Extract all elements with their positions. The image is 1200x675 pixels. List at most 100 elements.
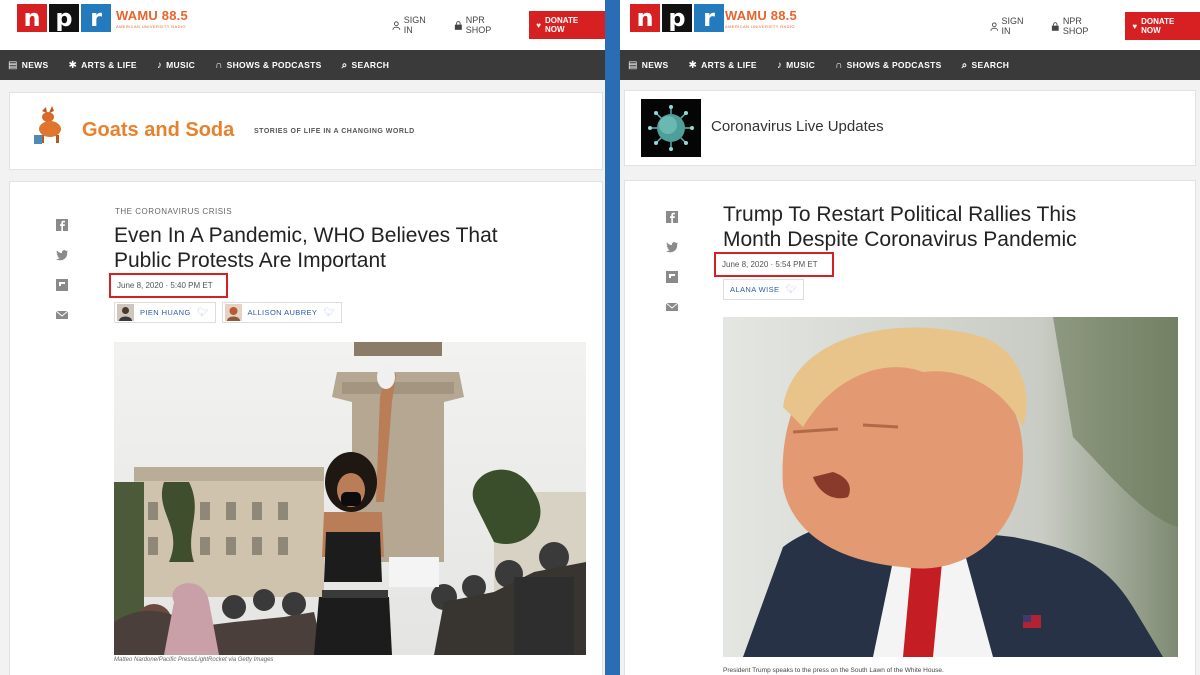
npr-logo[interactable]: n p r: [630, 4, 724, 32]
top-links: SIGN IN NPR SHOP ♥ DONATE NOW: [392, 11, 605, 39]
nav-search[interactable]: ⌕ SEARCH: [342, 60, 390, 71]
section-subtitle: STORIES OF LIFE IN A CHANGING WORLD: [254, 128, 415, 135]
shop-bag-icon: [454, 20, 462, 30]
section-title[interactable]: Goats and Soda: [82, 119, 234, 142]
nav-arts-label: ARTS & LIFE: [701, 60, 757, 70]
nav-music[interactable]: ♪ MUSIC: [157, 60, 195, 71]
facebook-icon[interactable]: [666, 211, 678, 223]
main-nav: ▤ NEWS ✱ ARTS & LIFE ♪ MUSIC ∩ SHOWS & PODCA…: [0, 50, 605, 80]
nav-news[interactable]: ▤ NEWS: [8, 60, 48, 71]
photo-caption: President Trump speaks to the press on t…: [723, 667, 944, 674]
article-headline: Even In A Pandemic, WHO Believes That Pu…: [114, 223, 584, 273]
byline-author[interactable]: ALLISON AUBREY 🐦︎: [221, 302, 343, 323]
donate-label: DONATE NOW: [545, 16, 579, 34]
nav-arts-life[interactable]: ✱ ARTS & LIFE: [688, 60, 756, 71]
share-tools: [666, 211, 678, 313]
station-name: WAMU 88.5: [116, 8, 188, 23]
nav-news-label: NEWS: [21, 60, 49, 70]
trump-photo[interactable]: [723, 317, 1178, 657]
twitter-icon[interactable]: [666, 241, 678, 253]
music-note-icon: ♪: [776, 59, 783, 71]
station-logo[interactable]: WAMU 88.5 AMERICAN UNIVERSITY RADIO: [725, 8, 797, 29]
station-logo[interactable]: WAMU 88.5 AMERICAN UNIVERSITY RADIO: [116, 8, 188, 29]
headphones-icon: ∩: [215, 59, 223, 71]
newspaper-icon: ▤: [8, 59, 18, 71]
flipboard-icon[interactable]: [666, 271, 678, 283]
sign-in-link[interactable]: SIGN IN: [392, 15, 436, 35]
left-screenshot: n p r WAMU 88.5 AMERICAN UNIVERSITY RADI…: [0, 0, 605, 675]
twitter-icon[interactable]: 🐦︎: [197, 307, 209, 318]
protest-photo[interactable]: [114, 342, 586, 655]
share-tools: [56, 219, 68, 321]
headline-line-2: Public Protests Are Important: [114, 249, 386, 272]
article-headline: Trump To Restart Political Rallies This …: [723, 202, 1183, 252]
npr-shop-link[interactable]: NPR SHOP: [454, 15, 511, 35]
nav-search[interactable]: ⌕ SEARCH: [962, 60, 1010, 71]
npr-logo-p: p: [662, 4, 692, 32]
nav-shows-label: SHOWS & PODCASTS: [846, 60, 942, 70]
author-name: ALANA WISE: [730, 285, 780, 294]
email-icon[interactable]: [666, 301, 678, 313]
nav-news[interactable]: ▤ NEWS: [628, 60, 668, 71]
flipboard-icon[interactable]: [56, 279, 68, 291]
nav-search-label: SEARCH: [351, 60, 390, 70]
main-nav: ▤ NEWS ✱ ARTS & LIFE ♪ MUSIC ∩ SHOWS & PODCA…: [620, 50, 1200, 80]
byline-list: ALANA WISE 🐦︎: [723, 279, 805, 300]
twitter-icon[interactable]: [56, 249, 68, 261]
coronavirus-image[interactable]: [641, 99, 701, 157]
author-avatar: [224, 304, 242, 321]
donate-button[interactable]: ♥ DONATE NOW: [529, 11, 605, 39]
article-dateline-highlighted: June 8, 2020 · 5:40 PM ET: [109, 273, 228, 298]
section-title[interactable]: Coronavirus Live Updates: [711, 118, 884, 135]
dancer-icon: ✱: [688, 59, 698, 71]
headline-line-1: Even In A Pandemic, WHO Believes That: [114, 224, 498, 247]
byline-author[interactable]: ALANA WISE 🐦︎: [723, 279, 805, 300]
byline-author[interactable]: PIEN HUANG 🐦︎: [114, 302, 216, 323]
station-sub: AMERICAN UNIVERSITY RADIO: [116, 24, 186, 29]
article-slug[interactable]: THE CORONAVIRUS CRISIS: [115, 207, 232, 216]
sign-in-label: SIGN IN: [403, 15, 426, 35]
headline-line-2: Month Despite Coronavirus Pandemic: [723, 228, 1077, 251]
sign-in-label: SIGN IN: [1001, 16, 1024, 36]
npr-logo-p: p: [49, 4, 79, 32]
article-card: Trump To Restart Political Rallies This …: [624, 180, 1196, 675]
right-screenshot: n p r WAMU 88.5 AMERICAN UNIVERSITY RADI…: [620, 0, 1200, 675]
nav-shows-podcasts[interactable]: ∩ SHOWS & PODCASTS: [215, 60, 322, 71]
author-name: ALLISON AUBREY: [247, 308, 318, 317]
top-bar: n p r WAMU 88.5 AMERICAN UNIVERSITY RADI…: [0, 0, 605, 50]
heart-icon: ♥: [536, 20, 542, 30]
facebook-icon[interactable]: [56, 219, 68, 231]
user-icon: [990, 21, 999, 31]
twitter-icon[interactable]: 🐦︎: [785, 284, 797, 295]
nav-shows-label: SHOWS & PODCASTS: [226, 60, 322, 70]
sign-in-link[interactable]: SIGN IN: [990, 16, 1033, 36]
station-sub: AMERICAN UNIVERSITY RADIO: [725, 24, 795, 29]
donate-button[interactable]: ♥ DONATE NOW: [1125, 12, 1200, 40]
goat-logo-icon[interactable]: [32, 105, 68, 145]
npr-shop-link[interactable]: NPR SHOP: [1051, 16, 1107, 36]
station-name: WAMU 88.5: [725, 8, 797, 23]
nav-shows-podcasts[interactable]: ∩ SHOWS & PODCASTS: [835, 60, 942, 71]
nav-arts-label: ARTS & LIFE: [81, 60, 137, 70]
npr-shop-label: NPR SHOP: [1062, 16, 1089, 36]
headphones-icon: ∩: [835, 59, 843, 71]
photo-credit: Matteo Nardone/Pacific Press/LightRocket…: [114, 657, 274, 663]
npr-logo-n: n: [630, 4, 660, 32]
headline-line-1: Trump To Restart Political Rallies This: [723, 203, 1077, 226]
npr-shop-label: NPR SHOP: [465, 15, 492, 35]
twitter-icon[interactable]: 🐦︎: [323, 307, 335, 318]
nav-music[interactable]: ♪ MUSIC: [777, 60, 815, 71]
nav-news-label: NEWS: [641, 60, 669, 70]
nav-search-label: SEARCH: [971, 60, 1010, 70]
section-brand-card: Coronavirus Live Updates: [624, 90, 1196, 166]
npr-logo-r: r: [81, 4, 111, 32]
npr-logo-n: n: [17, 4, 47, 32]
email-icon[interactable]: [56, 309, 68, 321]
user-icon: [392, 20, 401, 30]
top-links: SIGN IN NPR SHOP ♥ DONATE NOW: [990, 12, 1200, 40]
nav-arts-life[interactable]: ✱ ARTS & LIFE: [68, 60, 136, 71]
shop-bag-icon: [1052, 21, 1059, 31]
npr-logo[interactable]: n p r: [17, 4, 111, 32]
author-avatar: [117, 304, 134, 321]
heart-icon: ♥: [1132, 21, 1138, 31]
